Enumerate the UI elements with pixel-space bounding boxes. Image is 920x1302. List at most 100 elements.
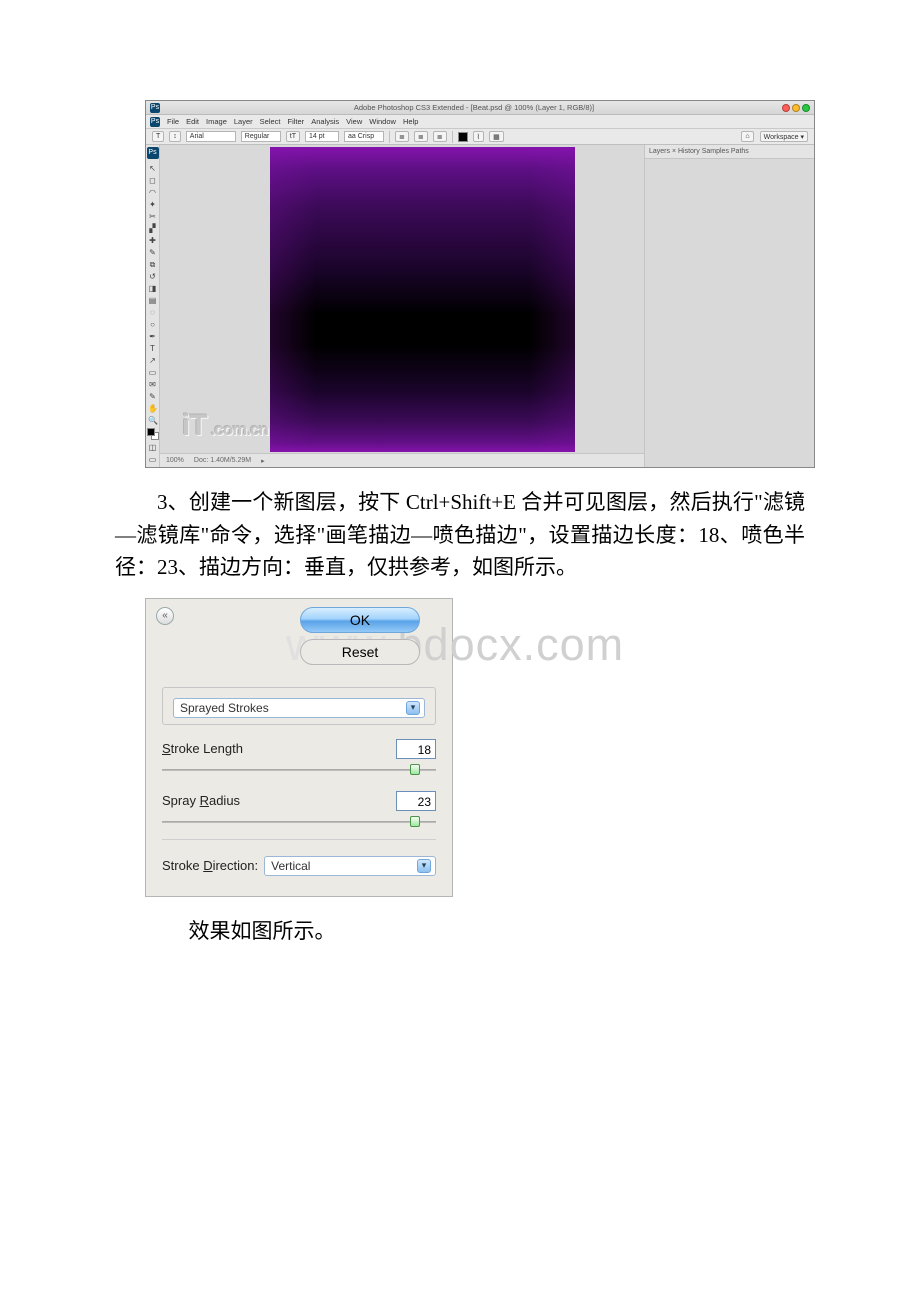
fg-color-swatch[interactable]: [147, 428, 155, 436]
menu-layer[interactable]: Layer: [234, 117, 253, 126]
wand-tool-icon[interactable]: ✦: [147, 198, 158, 209]
filter-options-panel: www.bdocx.com « OK Reset Sprayed Strokes…: [145, 598, 453, 897]
filter-name-value: Sprayed Strokes: [180, 701, 269, 715]
result-caption: 效果如图所示。: [115, 915, 805, 948]
dodge-tool-icon[interactable]: ○: [147, 318, 158, 329]
photoshop-window: Ps Adobe Photoshop CS3 Extended - [Beat.…: [145, 100, 815, 468]
canvas-area: iT .com.cn: [160, 145, 644, 453]
separator: [452, 131, 453, 143]
ps-app-icon: Ps: [150, 103, 160, 113]
ok-button[interactable]: OK: [300, 607, 420, 633]
status-arrow-icon[interactable]: ▸: [261, 457, 265, 465]
workspace-select[interactable]: Workspace ▾: [760, 131, 808, 142]
spray-radius-slider[interactable]: [162, 815, 436, 829]
reset-button[interactable]: Reset: [300, 639, 420, 665]
zoom-level[interactable]: 100%: [166, 457, 184, 464]
menu-select[interactable]: Select: [260, 117, 281, 126]
heal-tool-icon[interactable]: ✚: [147, 234, 158, 245]
menu-image[interactable]: Image: [206, 117, 227, 126]
path-tool-icon[interactable]: ↗: [147, 354, 158, 365]
screenmode-icon[interactable]: ▭: [147, 453, 158, 464]
stroke-direction-label: Stroke Direction:: [162, 858, 258, 873]
type-tool-icon[interactable]: T: [152, 131, 164, 142]
text-color-swatch[interactable]: [458, 132, 468, 142]
minimize-icon[interactable]: [792, 104, 800, 112]
notes-tool-icon[interactable]: ✉: [147, 378, 158, 389]
menu-help[interactable]: Help: [403, 117, 418, 126]
font-style-select[interactable]: Regular: [241, 131, 281, 142]
crop-tool-icon[interactable]: ✂: [147, 210, 158, 221]
ps-menubar: Ps File Edit Image Layer Select Filter A…: [146, 115, 814, 129]
tutorial-step-3: 3、创建一个新图层，按下 Ctrl+Shift+E 合并可见图层，然后执行"滤镜…: [115, 486, 805, 584]
panel-tabs-label[interactable]: Layers × History Samples Paths: [649, 148, 749, 155]
menu-view[interactable]: View: [346, 117, 362, 126]
font-family-select[interactable]: Arial: [186, 131, 236, 142]
slider-thumb[interactable]: [410, 764, 420, 775]
filter-name-group: Sprayed Strokes ▾: [162, 687, 436, 725]
stroke-length-input[interactable]: 18: [396, 739, 436, 759]
watermark-domain: .com.cn: [211, 420, 268, 440]
maximize-icon[interactable]: [802, 104, 810, 112]
ps-logo-icon: Ps: [147, 147, 159, 159]
menu-edit[interactable]: Edit: [186, 117, 199, 126]
close-icon[interactable]: [782, 104, 790, 112]
character-panel-icon[interactable]: ▦: [489, 131, 504, 142]
quickmask-icon[interactable]: ◫: [147, 441, 158, 452]
spray-radius-input[interactable]: 23: [396, 791, 436, 811]
align-right-icon[interactable]: ≣: [433, 131, 447, 142]
canvas-gradient: [270, 147, 575, 452]
marquee-tool-icon[interactable]: ◻: [147, 174, 158, 185]
stroke-direction-select[interactable]: Vertical ▾: [264, 856, 436, 876]
stroke-length-slider[interactable]: [162, 763, 436, 777]
dropdown-arrow-icon: ▾: [406, 701, 420, 715]
stroke-length-label: Stroke Length: [162, 741, 396, 756]
document-canvas[interactable]: [270, 147, 575, 452]
font-size-select[interactable]: 14 pt: [305, 131, 339, 142]
ps-panels: Layers × History Samples Paths: [644, 145, 814, 467]
spray-radius-label: Spray Radius: [162, 793, 396, 808]
pen-tool-icon[interactable]: ✒: [147, 330, 158, 341]
aa-select[interactable]: aa Crisp: [344, 131, 384, 142]
eyedropper-tool-icon[interactable]: ✎: [147, 390, 158, 401]
watermark-brand: iT: [182, 409, 207, 443]
go-bridge-icon[interactable]: ⌂: [741, 131, 753, 142]
ps-titlebar: Ps Adobe Photoshop CS3 Extended - [Beat.…: [146, 101, 814, 115]
ps-toolbox: Ps ↖ ◻ ◠ ✦ ✂ ▞ ✚ ✎ ⧉ ↺ ◨ ▤ ◌ ○ ✒ T ↗ ▭ ✉: [146, 145, 160, 467]
align-left-icon[interactable]: ≣: [395, 131, 409, 142]
panel-body: [645, 159, 814, 467]
menu-filter[interactable]: Filter: [288, 117, 305, 126]
eraser-tool-icon[interactable]: ◨: [147, 282, 158, 293]
shape-tool-icon[interactable]: ▭: [147, 366, 158, 377]
font-size-icon: tT: [286, 131, 300, 142]
slice-tool-icon[interactable]: ▞: [147, 222, 158, 233]
orientation-toggle[interactable]: ↕: [169, 131, 181, 142]
collapse-icon[interactable]: «: [156, 607, 174, 625]
filter-name-select[interactable]: Sprayed Strokes ▾: [173, 698, 425, 718]
zoom-tool-icon[interactable]: 🔍: [147, 414, 158, 425]
ps-window-title: Adobe Photoshop CS3 Extended - [Beat.psd…: [166, 103, 782, 112]
dropdown-arrow-icon: ▾: [417, 859, 431, 873]
lasso-tool-icon[interactable]: ◠: [147, 186, 158, 197]
history-brush-icon[interactable]: ↺: [147, 270, 158, 281]
slider-thumb[interactable]: [410, 816, 420, 827]
fg-bg-color[interactable]: [147, 428, 159, 440]
warp-text-icon[interactable]: ⌇: [473, 131, 484, 142]
align-center-icon[interactable]: ≣: [414, 131, 428, 142]
ps-options-bar: T ↕ Arial Regular tT 14 pt aa Crisp ≣ ≣ …: [146, 129, 814, 145]
hand-tool-icon[interactable]: ✋: [147, 402, 158, 413]
result-caption-text: 效果如图所示。: [189, 919, 336, 943]
gradient-tool-icon[interactable]: ▤: [147, 294, 158, 305]
menu-window[interactable]: Window: [369, 117, 396, 126]
blur-tool-icon[interactable]: ◌: [147, 306, 158, 317]
type-tool-icon[interactable]: T: [147, 342, 158, 353]
stamp-tool-icon[interactable]: ⧉: [147, 258, 158, 269]
menu-file[interactable]: File: [167, 117, 179, 126]
move-tool-icon[interactable]: ↖: [147, 162, 158, 173]
watermark-itcomcn: iT .com.cn: [182, 409, 268, 443]
window-controls[interactable]: [782, 104, 810, 112]
tutorial-step-3-text: 3、创建一个新图层，按下 Ctrl+Shift+E 合并可见图层，然后执行"滤镜…: [115, 490, 805, 579]
brush-tool-icon[interactable]: ✎: [147, 246, 158, 257]
ps-logo-icon: Ps: [150, 117, 160, 127]
stroke-direction-value: Vertical: [271, 859, 310, 873]
menu-analysis[interactable]: Analysis: [311, 117, 339, 126]
